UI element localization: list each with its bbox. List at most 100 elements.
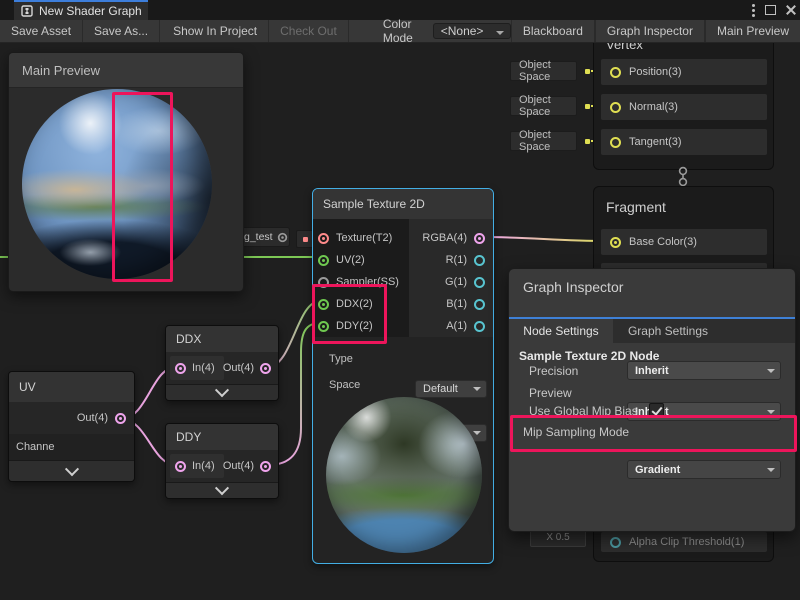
main-preview-panel[interactable]: Main Preview [8,52,244,292]
g-port-label: G(1) [445,276,467,288]
ddy-collapse-button[interactable] [166,482,278,499]
check-out-button: Check Out [269,20,349,42]
fragment-port-row-basecolor[interactable]: Base Color(3) [601,229,767,255]
ddx-in-label: In(4) [192,362,215,374]
uv-node[interactable]: UV Out(4) Channe UV0 [8,371,135,482]
save-asset-button[interactable]: Save Asset [0,20,83,42]
input-row-sampler[interactable]: Sampler(SS) [318,271,399,293]
main-preview-title: Main Preview [22,63,100,78]
rgba-port-icon[interactable] [474,233,485,244]
ddx-port-icon[interactable] [318,299,329,310]
inspector-title: Graph Inspector [523,279,623,295]
toolbar-right-group: Blackboard Graph Inspector Main Preview [511,20,800,42]
uv-collapse-button[interactable] [9,460,134,482]
shader-graph-window: Vertex Position(3) Normal(3) Tangent(3) … [0,0,800,600]
position-port-icon[interactable] [610,67,621,78]
mip-bias-checkbox[interactable] [649,403,664,418]
input-row-uv[interactable]: UV(2) [318,249,365,271]
texture-port-label: Texture(T2) [336,232,392,244]
texture-port-icon[interactable] [318,233,329,244]
chevron-down-icon [215,481,229,495]
fragment-title: Fragment [606,199,666,215]
type-dropdown[interactable]: Default [415,380,487,398]
ddx-node[interactable]: DDX In(4) Out(4) [165,325,279,401]
blackboard-toggle-button[interactable]: Blackboard [511,20,595,42]
context-link-icon [676,166,690,188]
output-row-b[interactable]: B(1) [409,293,489,315]
asset-tab[interactable]: New Shader Graph [14,0,148,20]
ddx-out-port-row[interactable]: Out(4) [224,356,274,380]
ddx-node-title-text: DDX [176,332,201,346]
precision-label: Precision [529,364,578,378]
chevron-down-icon [215,383,229,397]
input-row-ddx[interactable]: DDX(2) [318,293,373,315]
mip-bias-label: Use Global Mip Bias [529,404,638,418]
g-port-icon[interactable] [474,277,485,288]
maximize-icon[interactable] [765,5,776,15]
tangent-port-icon[interactable] [610,137,621,148]
asset-tab-title: New Shader Graph [39,4,142,18]
fragment-port-row-alphaclip[interactable]: Alpha Clip Threshold(1) [601,532,767,552]
b-port-icon[interactable] [474,299,485,310]
input-row-ddy[interactable]: DDY(2) [318,315,373,337]
a-port-icon[interactable] [474,321,485,332]
object-space-pill-position[interactable]: Object Space [510,61,577,81]
r-port-label: R(1) [446,254,467,266]
save-as-button[interactable]: Save As... [83,20,160,42]
ddx-in-port-icon[interactable] [175,363,186,374]
output-row-r[interactable]: R(1) [409,249,489,271]
uv-port-icon[interactable] [318,255,329,266]
color-mode-dropdown[interactable]: <None> [433,23,511,39]
mip-mode-dropdown[interactable]: Gradient [627,460,781,479]
alpha-clip-port-icon[interactable] [610,537,621,548]
output-row-a[interactable]: A(1) [409,315,489,337]
graph-inspector-panel[interactable]: Graph Inspector Node Settings Graph Sett… [508,268,796,532]
normal-port-icon[interactable] [610,102,621,113]
main-preview-header[interactable]: Main Preview [9,53,243,88]
vertex-port-row-normal[interactable]: Normal(3) [601,94,767,120]
ddy-node[interactable]: DDY In(4) Out(4) [165,423,279,499]
sampler-port-icon[interactable] [318,277,329,288]
ddy-port-icon[interactable] [318,321,329,332]
ddx-in-port-row[interactable]: In(4) [170,356,224,380]
space-label: Space [329,375,360,395]
ddy-port-label: DDY(2) [336,320,373,332]
output-row-g[interactable]: G(1) [409,271,489,293]
input-row-texture[interactable]: Texture(T2) [318,227,392,249]
sample-node-title: Sample Texture 2D [313,189,493,220]
ddy-in-port-icon[interactable] [175,461,186,472]
object-space-label: Object Space [519,129,576,153]
close-icon[interactable] [786,5,796,15]
tab-node-settings[interactable]: Node Settings [509,319,613,343]
uv-node-title: UV [9,372,134,403]
sample-texture-2d-node[interactable]: Sample Texture 2D Texture(T2) UV(2) Samp… [312,188,494,564]
sampler-port-label: Sampler(SS) [336,276,399,288]
uv-out-port-row[interactable]: Out(4) [9,402,130,434]
precision-dropdown[interactable]: Inherit [627,361,781,380]
uv-port-label: UV(2) [336,254,365,266]
ddy-out-port-icon[interactable] [260,461,271,472]
property-node-gtest[interactable]: g_test [238,227,290,247]
tangent-port-label: Tangent(3) [629,136,682,148]
object-space-pill-tangent[interactable]: Object Space [510,131,577,151]
uv-out-port-icon[interactable] [115,413,126,424]
property-output-port-icon[interactable] [277,232,286,241]
ddx-collapse-button[interactable] [166,384,278,401]
main-preview-toggle-button[interactable]: Main Preview [705,20,800,42]
vertex-context-node[interactable]: Vertex Position(3) Normal(3) Tangent(3) [593,34,774,170]
vertex-port-row-tangent[interactable]: Tangent(3) [601,129,767,155]
a-port-label: A(1) [446,320,467,332]
base-color-port-icon[interactable] [610,237,621,248]
graph-inspector-toggle-button[interactable]: Graph Inspector [595,20,705,42]
tab-graph-settings[interactable]: Graph Settings [613,319,723,343]
show-in-project-button[interactable]: Show In Project [162,20,269,42]
ddy-out-port-row[interactable]: Out(4) [224,454,274,478]
preview-label: Preview [529,386,572,400]
object-space-pill-normal[interactable]: Object Space [510,96,577,116]
r-port-icon[interactable] [474,255,485,266]
ddy-in-port-row[interactable]: In(4) [170,454,224,478]
ddx-out-port-icon[interactable] [260,363,271,374]
output-row-rgba[interactable]: RGBA(4) [409,227,489,249]
kebab-menu-icon[interactable] [752,9,755,12]
vertex-port-row-position[interactable]: Position(3) [601,59,767,85]
